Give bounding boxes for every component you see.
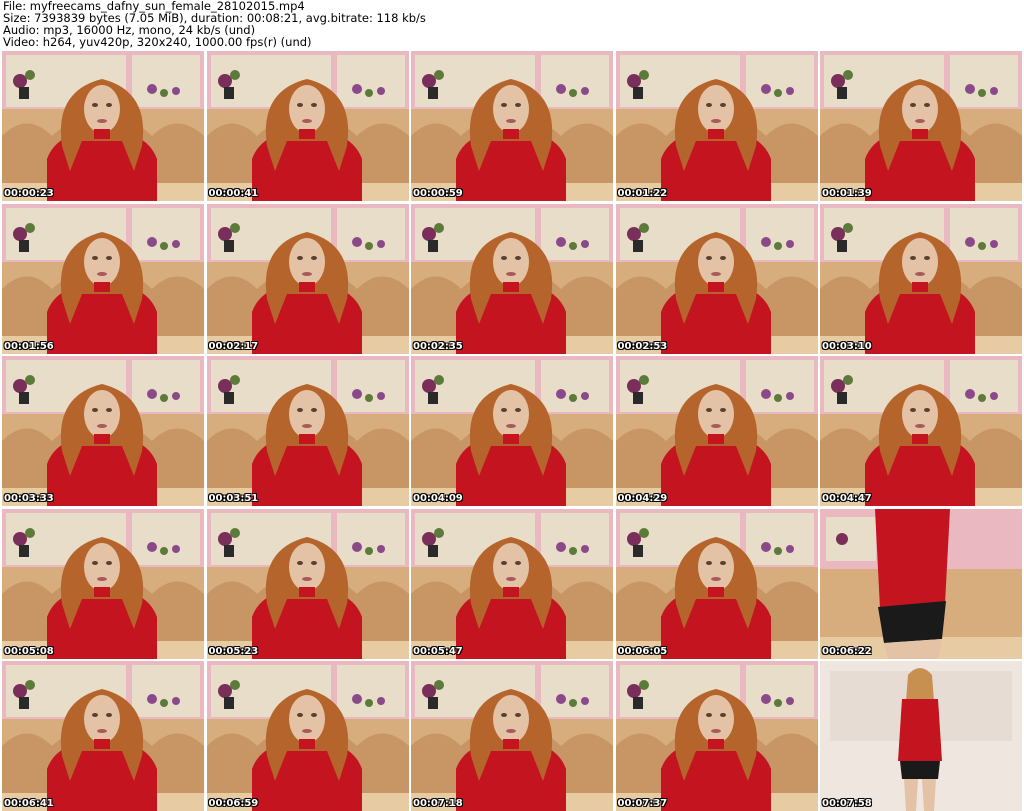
thumbnail-frame-image — [411, 203, 613, 354]
thumbnail-frame-image — [820, 356, 1022, 506]
video-thumbnail: 00:07:18 — [411, 661, 613, 811]
video-thumbnail: 00:04:09 — [411, 356, 613, 506]
thumbnail-frame-image — [411, 661, 613, 811]
video-thumbnail: 00:03:51 — [206, 356, 409, 506]
thumbnail-frame-image — [206, 508, 409, 659]
video-thumbnail: 00:04:29 — [615, 356, 818, 506]
video-thumbnail: 00:05:23 — [206, 508, 409, 659]
video-thumbnail: 00:03:10 — [820, 203, 1022, 354]
thumbnail-timestamp: 00:01:56 — [4, 340, 54, 352]
thumbnail-frame-image — [2, 51, 204, 201]
thumbnail-frame-image — [820, 203, 1022, 354]
video-thumbnail: 00:05:47 — [411, 508, 613, 659]
video-thumbnail: 00:06:41 — [2, 661, 204, 811]
thumbnail-frame-image — [206, 356, 409, 506]
video-thumbnail: 00:04:47 — [820, 356, 1022, 506]
video-thumbnail: 00:00:59 — [411, 51, 613, 201]
thumbnail-grid: 00:00:23 00:00:41 00:00:59 00:01:22 00:0… — [2, 51, 1022, 811]
video-thumbnail: 00:02:53 — [615, 203, 818, 354]
thumbnail-timestamp: 00:01:22 — [617, 188, 668, 199]
thumbnail-frame-image — [820, 661, 1022, 811]
thumbnail-timestamp: 00:03:51 — [208, 493, 259, 504]
thumbnail-timestamp: 00:07:18 — [413, 798, 463, 809]
video-thumbnail: 00:01:56 — [2, 203, 204, 354]
thumbnail-frame-image — [820, 508, 1022, 659]
thumbnail-frame-image — [206, 661, 409, 811]
thumbnail-timestamp: 00:03:33 — [4, 493, 54, 504]
thumbnail-timestamp: 00:02:53 — [617, 340, 668, 352]
video-thumbnail: 00:01:39 — [820, 51, 1022, 201]
thumbnail-frame-image — [411, 356, 613, 506]
thumbnail-timestamp: 00:07:58 — [822, 798, 872, 809]
thumbnail-frame-image — [411, 508, 613, 659]
thumbnail-frame-image — [820, 51, 1022, 201]
video-thumbnail: 00:06:22 — [820, 508, 1022, 659]
video-thumbnail: 00:07:37 — [615, 661, 818, 811]
video-thumbnail: 00:07:58 — [820, 661, 1022, 811]
thumbnail-timestamp: 00:05:47 — [413, 645, 463, 657]
video-thumbnail: 00:00:41 — [206, 51, 409, 201]
thumbnail-frame-image — [615, 661, 818, 811]
thumbnail-timestamp: 00:04:47 — [822, 493, 872, 504]
thumbnail-frame-image — [2, 356, 204, 506]
thumbnail-timestamp: 00:07:37 — [617, 798, 668, 809]
video-thumbnail: 00:02:17 — [206, 203, 409, 354]
thumbnail-timestamp: 00:00:59 — [413, 188, 463, 199]
video-thumbnail: 00:06:59 — [206, 661, 409, 811]
thumbnail-frame-image — [411, 51, 613, 201]
thumbnail-frame-image — [615, 203, 818, 354]
thumbnail-timestamp: 00:01:39 — [822, 188, 872, 199]
thumbnail-timestamp: 00:04:29 — [617, 493, 668, 504]
video-thumbnail: 00:06:05 — [615, 508, 818, 659]
thumbnail-timestamp: 00:05:23 — [208, 645, 259, 657]
thumbnail-frame-image — [2, 203, 204, 354]
thumbnail-timestamp: 00:04:09 — [413, 493, 463, 504]
media-info-header: File: myfreecams_dafny_sun_female_281020… — [3, 0, 1021, 50]
thumbnail-timestamp: 00:00:23 — [4, 188, 54, 199]
thumbnail-timestamp: 00:06:05 — [617, 645, 668, 657]
video-thumbnail: 00:01:22 — [615, 51, 818, 201]
video-thumbnail: 00:00:23 — [2, 51, 204, 201]
video-info-line: Video: h264, yuv420p, 320x240, 1000.00 f… — [3, 35, 312, 49]
thumbnail-frame-image — [2, 661, 204, 811]
thumbnail-frame-image — [615, 508, 818, 659]
thumbnail-frame-image — [615, 356, 818, 506]
thumbnail-timestamp: 00:06:22 — [822, 645, 872, 657]
thumbnail-timestamp: 00:05:08 — [4, 645, 54, 657]
thumbnail-timestamp: 00:06:41 — [4, 798, 54, 809]
thumbnail-frame-image — [615, 51, 818, 201]
thumbnail-timestamp: 00:02:17 — [208, 340, 259, 352]
thumbnail-timestamp: 00:03:10 — [822, 340, 872, 352]
video-thumbnail: 00:03:33 — [2, 356, 204, 506]
thumbnail-frame-image — [206, 51, 409, 201]
thumbnail-frame-image — [206, 203, 409, 354]
thumbnail-timestamp: 00:00:41 — [208, 188, 259, 199]
thumbnail-timestamp: 00:06:59 — [208, 798, 259, 809]
thumbnail-timestamp: 00:02:35 — [413, 340, 463, 352]
video-thumbnail: 00:02:35 — [411, 203, 613, 354]
video-thumbnail: 00:05:08 — [2, 508, 204, 659]
thumbnail-frame-image — [2, 508, 204, 659]
